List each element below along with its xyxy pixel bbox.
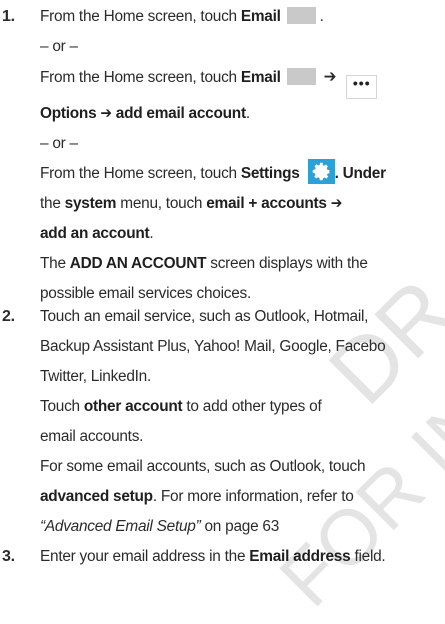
step-line: Touch other account to add other types o… [40,398,322,415]
email-tile-icon [286,68,316,85]
or-separator: – or – [40,38,78,55]
more-options-icon: ••• [346,75,378,99]
cross-reference-link: “Advanced Email Setup” [40,518,201,535]
step-line: From the Home screen, touch Email ➔ ••• [40,62,440,99]
step-line: Enter your email address in the Email ad… [40,548,386,565]
settings-gear-icon [307,159,335,184]
step-2: 2. Touch an email service, such as Outlo… [2,302,440,542]
step-1: 1. From the Home screen, touch Email. – … [2,2,440,309]
step-line: Touch an email service, such as Outlook,… [40,308,369,325]
step-line: For some email accounts, such as Outlook… [40,458,366,475]
step-line: add an account. [40,225,154,242]
step-number: 1. [2,8,15,25]
step-line: advanced setup. For more information, re… [40,488,354,505]
step-line: the system menu, touch email + accounts … [40,195,343,212]
step-line: Backup Assistant Plus, Yahoo! Mail, Goog… [40,338,386,355]
step-3: 3. Enter your email address in the Email… [2,542,440,572]
step-line: Options ➔ add email account. [40,105,250,122]
step-number: 2. [2,308,15,325]
step-line: email accounts. [40,428,144,445]
step-line: The ADD AN ACCOUNT screen displays with … [40,255,368,272]
step-line: From the Home screen, touch Settings. Un… [40,159,440,189]
step-line: Twitter, LinkedIn. [40,368,151,385]
email-tile-icon [286,7,316,24]
step-line: “Advanced Email Setup” on page 63 [40,518,280,535]
step-number: 3. [2,548,15,565]
or-separator: – or – [40,135,78,152]
step-line: From the Home screen, touch Email. [40,7,324,25]
